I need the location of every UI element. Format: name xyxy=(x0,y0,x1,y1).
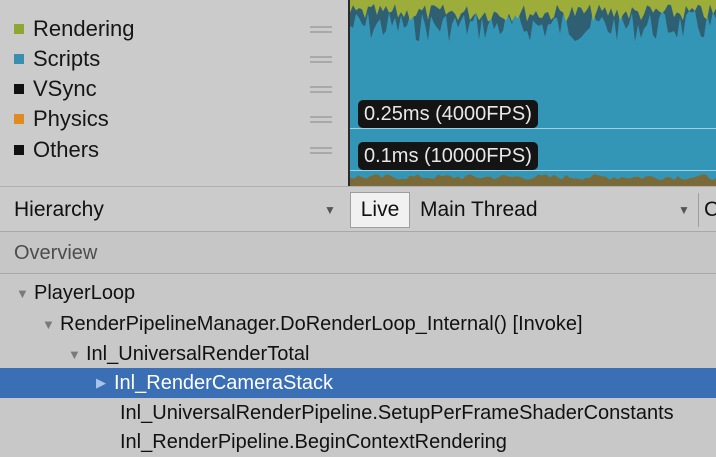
others-color-swatch[interactable] xyxy=(14,145,24,155)
tree-row-renderpipelinemanager[interactable]: ▼ RenderPipelineManager.DoRenderLoop_Int… xyxy=(0,309,716,339)
expand-arrow-icon[interactable]: ▶ xyxy=(96,375,114,391)
collapse-arrow-icon[interactable]: ▼ xyxy=(16,286,34,301)
collapse-arrow-icon[interactable]: ▼ xyxy=(42,317,60,332)
physics-band xyxy=(350,174,716,186)
tree-row-label: Inl_RenderCameraStack xyxy=(114,371,333,394)
vsync-color-swatch[interactable] xyxy=(14,84,24,94)
dropdown-arrow-icon: ▼ xyxy=(678,203,690,217)
legend-item-rendering[interactable]: Rendering xyxy=(14,14,344,44)
frame-time-line xyxy=(350,128,716,129)
dropdown-arrow-icon: ▼ xyxy=(324,203,336,217)
legend-label: Others xyxy=(33,137,100,162)
thread-select-value: Main Thread xyxy=(420,198,538,221)
legend-item-scripts[interactable]: Scripts xyxy=(14,44,344,74)
tree-row-setupperframeshaderconstants[interactable]: Inl_UniversalRenderPipeline.SetupPerFram… xyxy=(0,398,716,428)
legend-label: VSync xyxy=(33,76,97,101)
thread-select-dropdown[interactable]: Main Thread ▼ xyxy=(420,195,700,225)
view-mode-value: Hierarchy xyxy=(14,198,104,221)
collapse-arrow-icon[interactable]: ▼ xyxy=(68,347,86,362)
tree-row-label: Inl_UniversalRenderPipeline.SetupPerFram… xyxy=(120,401,674,424)
legend-label: Scripts xyxy=(33,46,101,71)
physics-color-swatch[interactable] xyxy=(14,114,24,124)
drag-handle-icon[interactable] xyxy=(310,56,332,63)
tree-row-label: RenderPipelineManager.DoRenderLoop_Inter… xyxy=(60,312,583,335)
view-mode-dropdown[interactable]: Hierarchy ▼ xyxy=(14,195,344,225)
drag-handle-icon[interactable] xyxy=(310,26,332,33)
legend-label: Rendering xyxy=(33,16,135,41)
tree-row-label: Inl_UniversalRenderTotal xyxy=(86,342,310,365)
rendering-color-swatch[interactable] xyxy=(14,24,24,34)
legend-label: Physics xyxy=(33,106,109,131)
column-header-overview[interactable]: Overview xyxy=(0,232,716,274)
frame-time-marker-label: 0.25ms (4000FPS) xyxy=(358,100,538,128)
tree-row-label: Inl_RenderPipeline.BeginContextRendering xyxy=(120,430,507,453)
tree-row-label: PlayerLoop xyxy=(34,281,136,304)
frame-time-marker-label: 0.1ms (10000FPS) xyxy=(358,142,538,170)
hierarchy-tree: ▼ PlayerLoop ▼ RenderPipelineManager.DoR… xyxy=(0,274,716,454)
tree-row-universalrendertotal[interactable]: ▼ Inl_UniversalRenderTotal xyxy=(0,339,716,369)
cpu-usage-chart[interactable]: 0.25ms (4000FPS) 0.1ms (10000FPS) xyxy=(348,0,716,186)
column-header-label: Overview xyxy=(14,242,98,264)
frame-time-line xyxy=(350,170,716,171)
tree-row-begincontextrendering[interactable]: Inl_RenderPipeline.BeginContextRendering xyxy=(0,427,716,457)
legend-item-others[interactable]: Others xyxy=(14,135,344,165)
legend-item-vsync[interactable]: VSync xyxy=(14,74,344,104)
tree-row-playerloop[interactable]: ▼ PlayerLoop xyxy=(0,278,716,308)
legend-item-physics[interactable]: Physics xyxy=(14,104,344,134)
toolbar-divider xyxy=(698,193,699,227)
drag-handle-icon[interactable] xyxy=(310,147,332,154)
tree-row-rendercamerastack[interactable]: ▶ Inl_RenderCameraStack xyxy=(0,368,716,398)
scripts-color-swatch[interactable] xyxy=(14,54,24,64)
toolbar-clipped-control[interactable]: C xyxy=(704,195,716,225)
live-toggle-button[interactable]: Live xyxy=(350,192,410,228)
chart-legend-panel: Rendering Scripts VSync Physics Others xyxy=(0,0,348,186)
drag-handle-icon[interactable] xyxy=(310,86,332,93)
profiler-toolbar: Hierarchy ▼ Live Main Thread ▼ C xyxy=(0,186,716,232)
drag-handle-icon[interactable] xyxy=(310,116,332,123)
